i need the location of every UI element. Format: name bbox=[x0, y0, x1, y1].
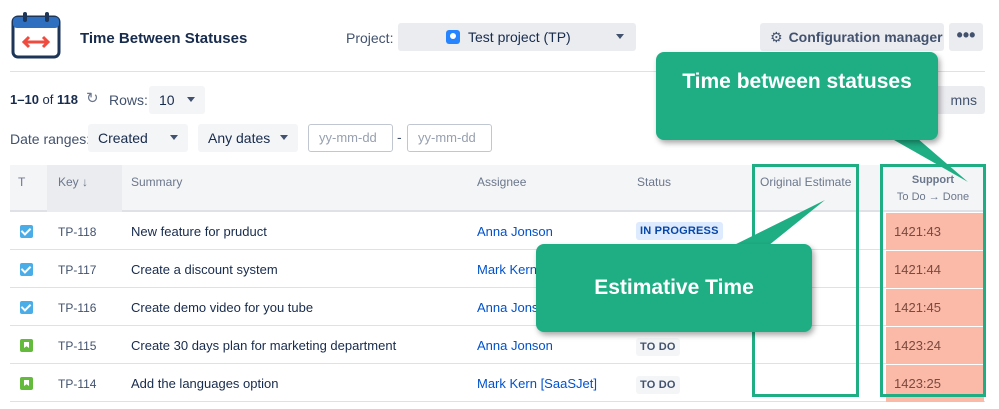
callout-time-between-statuses: Time between statuses bbox=[656, 52, 938, 140]
callout-estimative-time: Estimative Time bbox=[536, 244, 812, 332]
